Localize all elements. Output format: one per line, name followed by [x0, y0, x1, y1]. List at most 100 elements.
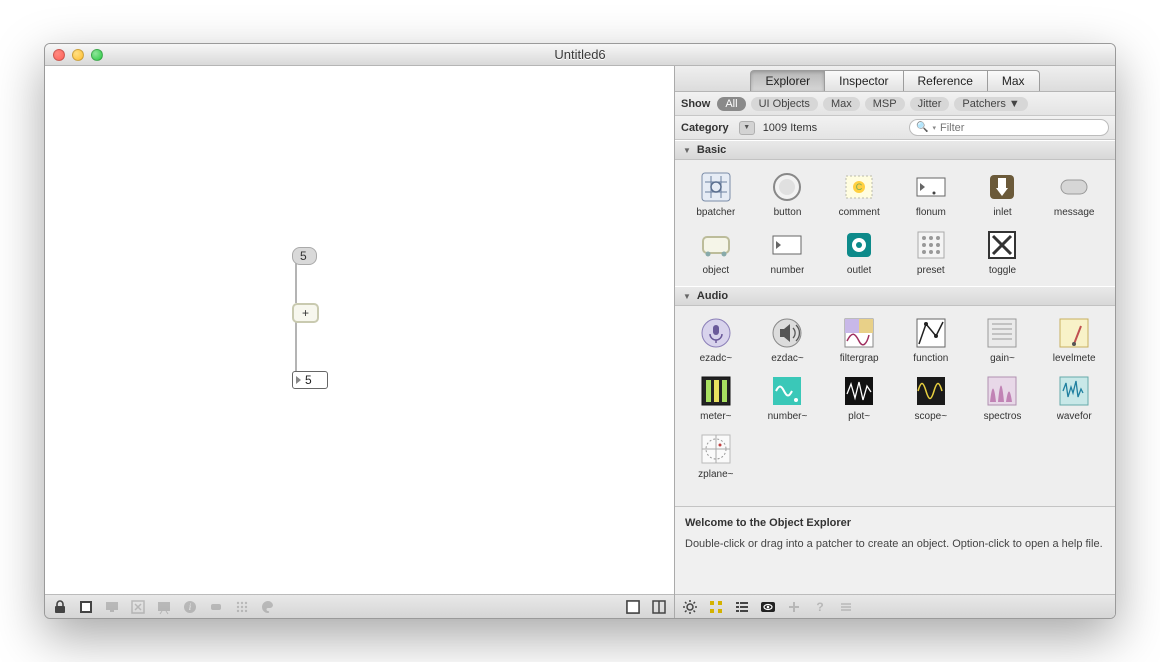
split-view-icon[interactable]: [650, 598, 668, 616]
object-item-button[interactable]: button: [753, 166, 823, 222]
object-explorer[interactable]: ▼Basic bpatcher button Ccomment flonum inlet…: [675, 140, 1115, 506]
zoom-out-icon[interactable]: [129, 598, 147, 616]
info-panel: Welcome to the Object Explorer Double-cl…: [675, 506, 1115, 594]
grid-audio: ezadc~ezdac~filtergrapfunction gain~ level…: [675, 306, 1115, 490]
message-box[interactable]: 5: [292, 247, 317, 265]
object-label: levelmete: [1053, 353, 1096, 364]
object-item-outlet[interactable]: outlet: [824, 224, 894, 280]
inlet-icon: [985, 170, 1019, 204]
scope-icon: [914, 374, 948, 408]
show-label: Show: [681, 98, 710, 110]
object-item-scope[interactable]: scope~: [896, 370, 966, 426]
board-icon[interactable]: [155, 598, 173, 616]
object-label: flonum: [916, 207, 946, 218]
section-label: Basic: [697, 144, 726, 156]
object-item-preset[interactable]: preset: [896, 224, 966, 280]
lock-icon[interactable]: [51, 598, 69, 616]
filter-all[interactable]: All: [717, 97, 745, 111]
object-item-spectros[interactable]: spectros: [968, 370, 1038, 426]
grid-icon[interactable]: [233, 598, 251, 616]
message-icon: [1057, 170, 1091, 204]
gear-icon[interactable]: [681, 598, 699, 616]
bpatcher-icon: [699, 170, 733, 204]
patcher-toolbar: i: [45, 594, 674, 618]
object-label: spectros: [984, 411, 1022, 422]
tab-reference[interactable]: Reference: [903, 70, 988, 91]
lines-icon[interactable]: [837, 598, 855, 616]
titlebar[interactable]: Untitled6: [45, 44, 1115, 66]
object-label: toggle: [989, 265, 1016, 276]
object-item-object[interactable]: object: [681, 224, 751, 280]
object-item-message[interactable]: message: [1039, 166, 1109, 222]
object-item-zplane[interactable]: zplane~: [681, 428, 751, 484]
object-label: comment: [839, 207, 880, 218]
tab-max[interactable]: Max: [987, 70, 1040, 91]
number-box[interactable]: 5: [292, 371, 328, 389]
info-title: Welcome to the Object Explorer: [685, 517, 1105, 529]
object-item-number[interactable]: number~: [753, 370, 823, 426]
list-view-icon[interactable]: [733, 598, 751, 616]
svg-text:?: ?: [816, 600, 823, 614]
object-item-ezdac[interactable]: ezdac~: [753, 312, 823, 368]
plot-icon: [842, 374, 876, 408]
palette-icon[interactable]: [259, 598, 277, 616]
category-dropdown[interactable]: [739, 121, 755, 135]
filter-max[interactable]: Max: [823, 97, 860, 111]
tab-inspector[interactable]: Inspector: [824, 70, 903, 91]
object-item-comment[interactable]: Ccomment: [824, 166, 894, 222]
object-label: bpatcher: [696, 207, 735, 218]
filter-msp[interactable]: MSP: [865, 97, 905, 111]
object-item-gain[interactable]: gain~: [968, 312, 1038, 368]
toggle-icon: [985, 228, 1019, 262]
object-item-meter[interactable]: meter~: [681, 370, 751, 426]
section-audio[interactable]: ▼Audio: [675, 286, 1115, 306]
section-basic[interactable]: ▼Basic: [675, 140, 1115, 160]
zoom-icon[interactable]: [91, 49, 103, 61]
number-icon: [770, 374, 804, 408]
info-icon[interactable]: i: [181, 598, 199, 616]
object-label: preset: [917, 265, 945, 276]
tab-explorer[interactable]: Explorer: [750, 70, 825, 91]
object-label: meter~: [700, 411, 731, 422]
add-icon[interactable]: [785, 598, 803, 616]
object-label: zplane~: [698, 469, 733, 480]
object-label: gain~: [990, 353, 1015, 364]
object-label: button: [774, 207, 802, 218]
object-label: number: [771, 265, 805, 276]
body: 5 + 5 i Explorer: [45, 66, 1115, 618]
presentation-icon[interactable]: [103, 598, 121, 616]
object-item-levelmete[interactable]: levelmete: [1039, 312, 1109, 368]
object-label: scope~: [915, 411, 948, 422]
object-op: +: [302, 306, 309, 320]
search-field[interactable]: 🔍▾: [909, 119, 1109, 136]
object-box[interactable]: +: [292, 303, 319, 323]
object-item-flonum[interactable]: flonum: [896, 166, 966, 222]
object-item-wavefor[interactable]: wavefor: [1039, 370, 1109, 426]
filter-ui-objects[interactable]: UI Objects: [751, 97, 818, 111]
filter-jitter[interactable]: Jitter: [910, 97, 950, 111]
item-count: 1009 Items: [763, 122, 817, 134]
object-item-toggle[interactable]: toggle: [968, 224, 1038, 280]
object-item-bpatcher[interactable]: bpatcher: [681, 166, 751, 222]
object-item-filtergrap[interactable]: filtergrap: [824, 312, 894, 368]
outlet-icon: [842, 228, 876, 262]
single-view-icon[interactable]: [624, 598, 642, 616]
search-input[interactable]: [940, 122, 1102, 134]
close-icon[interactable]: [53, 49, 65, 61]
object-label: message: [1054, 207, 1095, 218]
rect-icon[interactable]: [207, 598, 225, 616]
filter-patchers[interactable]: Patchers ▼: [954, 97, 1027, 111]
object-item-plot[interactable]: plot~: [824, 370, 894, 426]
patcher-canvas[interactable]: 5 + 5: [45, 66, 674, 594]
comment-icon: C: [842, 170, 876, 204]
grid-view-icon[interactable]: [707, 598, 725, 616]
object-item-inlet[interactable]: inlet: [968, 166, 1038, 222]
object-item-ezadc[interactable]: ezadc~: [681, 312, 751, 368]
new-object-icon[interactable]: [77, 598, 95, 616]
function-icon: [914, 316, 948, 350]
help-icon[interactable]: ?: [811, 598, 829, 616]
object-item-function[interactable]: function: [896, 312, 966, 368]
eye-icon[interactable]: [759, 598, 777, 616]
object-item-number[interactable]: number: [753, 224, 823, 280]
minimize-icon[interactable]: [72, 49, 84, 61]
